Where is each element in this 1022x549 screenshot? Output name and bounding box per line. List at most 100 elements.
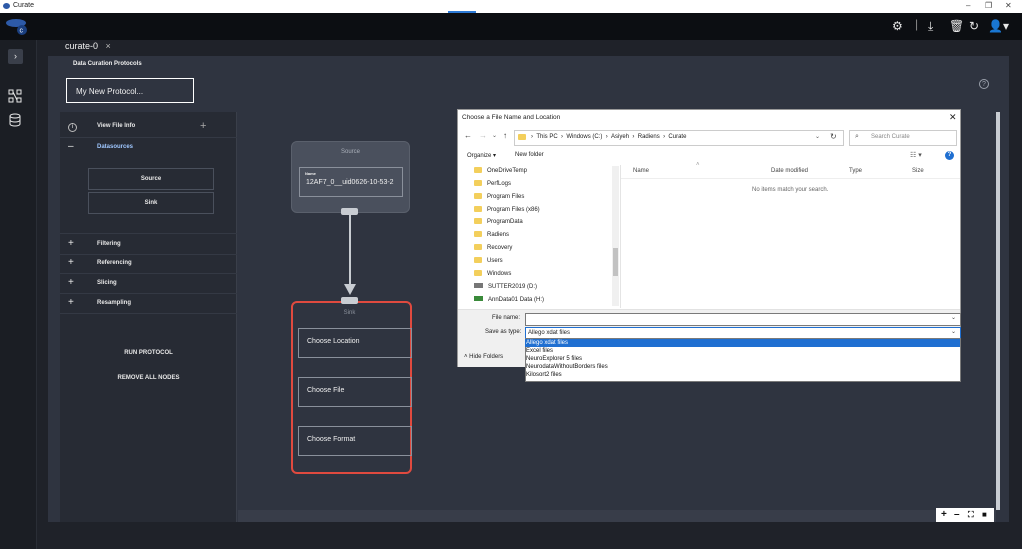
breadcrumb-asiyeh[interactable]: Asiyeh <box>611 134 629 140</box>
breadcrumb-sep: › <box>630 134 638 140</box>
option-kilosort2[interactable]: Kilosort2 files <box>525 371 960 379</box>
expand-plus-icon: + <box>68 238 74 249</box>
expand-rail-icon[interactable]: › <box>8 49 23 64</box>
protocols-section-label: Data Curation Protocols <box>73 61 142 67</box>
search-placeholder: Search Curate <box>871 134 910 140</box>
column-type[interactable]: Type <box>849 168 862 174</box>
tree-item-recovery[interactable]: Recovery <box>474 244 512 256</box>
file-name-input[interactable]: ⌄ <box>525 313 961 326</box>
referencing-row[interactable]: + Referencing <box>60 253 237 274</box>
tree-item-drive-d[interactable]: SUTTER2019 (D:) <box>474 283 537 295</box>
download-icon[interactable]: ⤓ <box>928 20 933 32</box>
datasources-row[interactable]: – Datasources <box>60 137 237 157</box>
refresh-icon[interactable]: ↻ <box>969 20 979 32</box>
forward-arrow-icon[interactable]: → <box>479 131 487 140</box>
sink-input-port[interactable] <box>341 297 358 304</box>
organize-menu[interactable]: Organize ▾ <box>467 152 496 159</box>
trash-icon[interactable]: 🗑 <box>949 20 964 32</box>
minimize-icon[interactable]: – <box>966 1 970 10</box>
breadcrumb-windows-c[interactable]: Windows (C:) <box>566 134 602 140</box>
breadcrumb-radiens[interactable]: Radiens <box>638 134 660 140</box>
protocol-name-input[interactable]: My New Protocol... <box>66 78 194 103</box>
search-icon: ⌕ <box>855 133 859 140</box>
choose-format-button[interactable]: Choose Format <box>298 426 412 456</box>
hide-folders-toggle[interactable]: ˄ Hide Folders <box>464 354 503 360</box>
filtering-row[interactable]: + Filtering <box>60 233 237 255</box>
recent-dropdown-icon[interactable]: ⌄ <box>492 132 497 139</box>
slicing-row[interactable]: + Slicing <box>60 273 237 294</box>
tree-item-label: Program Files (x86) <box>487 207 540 213</box>
add-plus-icon[interactable]: + <box>200 120 206 132</box>
tree-item-windows[interactable]: Windows <box>474 270 511 282</box>
help-icon[interactable]: ? <box>979 79 989 89</box>
source-name-field[interactable]: Name 12AF7_0__uid0626-10-53-2 <box>299 167 403 197</box>
source-node[interactable]: Source Name 12AF7_0__uid0626-10-53-2 <box>291 141 410 213</box>
breadcrumb-curate[interactable]: Curate <box>668 134 686 140</box>
address-dropdown-icon[interactable]: ⌄ <box>815 133 820 140</box>
address-bar[interactable]: › This PC › Windows (C:) › Asiyeh › Radi… <box>514 130 844 146</box>
restore-icon[interactable]: ❐ <box>985 1 992 10</box>
tree-item-radiens[interactable]: Radiens <box>474 231 509 243</box>
settings-gear-icon[interactable]: ⚙ <box>892 20 903 32</box>
tree-item-program-files-x86[interactable]: Program Files (x86) <box>474 206 540 218</box>
tree-item-label: SUTTER2019 (D:) <box>488 284 538 290</box>
user-account-icon[interactable]: 👤▾ <box>988 20 1009 32</box>
tree-item-label: Radiens <box>487 232 510 238</box>
run-protocol-button[interactable]: RUN PROTOCOL <box>60 350 237 356</box>
tree-item-program-files[interactable]: Program Files <box>474 193 524 205</box>
lock-icon[interactable]: ■ <box>982 508 987 522</box>
dialog-close-icon[interactable]: ✕ <box>949 112 957 123</box>
canvas-scrollbar[interactable] <box>996 112 1000 510</box>
save-as-type-dropdown-icon[interactable]: ⌄ <box>951 328 956 335</box>
resampling-row[interactable]: + Resampling <box>60 293 237 314</box>
dialog-search-input[interactable]: ⌕ Search Curate <box>849 130 957 146</box>
address-refresh-icon[interactable]: ↻ <box>830 132 837 141</box>
fit-view-icon[interactable]: ⛶ <box>968 508 974 522</box>
window-title: Curate <box>13 2 35 9</box>
breadcrumb-this-pc[interactable]: This PC <box>536 134 557 140</box>
datasources-label: Datasources <box>97 144 134 150</box>
empty-list-message: No items match your search. <box>752 187 829 193</box>
tree-item-onedrivetemp[interactable]: OneDriveTemp <box>474 167 527 179</box>
choose-file-button[interactable]: Choose File <box>298 377 412 407</box>
pipeline-graph-icon[interactable] <box>8 89 22 103</box>
dialog-title: Choose a File Name and Location <box>462 114 561 121</box>
tree-item-label: Recovery <box>487 245 513 251</box>
new-folder-button[interactable]: New folder <box>515 152 544 158</box>
dialog-help-icon[interactable]: ? <box>945 151 954 160</box>
tab-curate-0[interactable]: curate-0 × <box>65 41 125 55</box>
tab-close-icon[interactable]: × <box>106 41 111 51</box>
sink-button[interactable]: Sink <box>88 192 214 214</box>
collapse-minus-icon: – <box>68 141 74 152</box>
column-size[interactable]: Size <box>912 168 924 174</box>
column-date-modified[interactable]: Date modified <box>771 168 808 174</box>
remove-all-nodes-button[interactable]: REMOVE ALL NODES <box>60 375 237 381</box>
tree-item-programdata[interactable]: ProgramData <box>474 218 523 230</box>
file-name-dropdown-icon[interactable]: ⌄ <box>951 314 956 321</box>
tree-item-drive-h[interactable]: AnnData01 Data (H:) <box>474 296 544 308</box>
folder-icon <box>474 206 482 212</box>
sink-node[interactable]: Sink Choose Location Choose File Choose … <box>291 301 412 474</box>
up-arrow-icon[interactable]: ↑ <box>503 131 507 140</box>
tree-scrollbar-thumb[interactable] <box>613 248 618 276</box>
view-file-info-row[interactable]: i View File Info + <box>60 117 237 138</box>
column-name[interactable]: Name <box>633 168 649 174</box>
tree-item-users[interactable]: Users <box>474 257 503 269</box>
source-button[interactable]: Source <box>88 168 214 190</box>
option-excel[interactable]: Excel files <box>525 347 960 355</box>
zoom-out-icon[interactable]: – <box>954 508 960 522</box>
back-arrow-icon[interactable]: ← <box>464 131 472 140</box>
breadcrumb-sep: › <box>604 134 612 140</box>
tree-item-perflogs[interactable]: PerfLogs <box>474 180 511 192</box>
sink-node-title: Sink <box>343 310 356 316</box>
choose-location-button[interactable]: Choose Location <box>298 328 412 358</box>
tree-scrollbar[interactable] <box>612 166 619 306</box>
close-window-icon[interactable]: ✕ <box>1005 1 1012 10</box>
option-allego-xdat[interactable]: Allego xdat files <box>525 339 960 347</box>
database-icon[interactable] <box>9 113 21 127</box>
view-options-icon[interactable]: ☷ ▾ <box>910 151 922 159</box>
folder-icon <box>474 218 482 224</box>
option-nwb[interactable]: NeurodataWithoutBorders files <box>525 363 960 371</box>
option-neuroexplorer[interactable]: NeuroExplorer 5 files <box>525 355 960 363</box>
zoom-in-icon[interactable]: + <box>941 508 947 522</box>
